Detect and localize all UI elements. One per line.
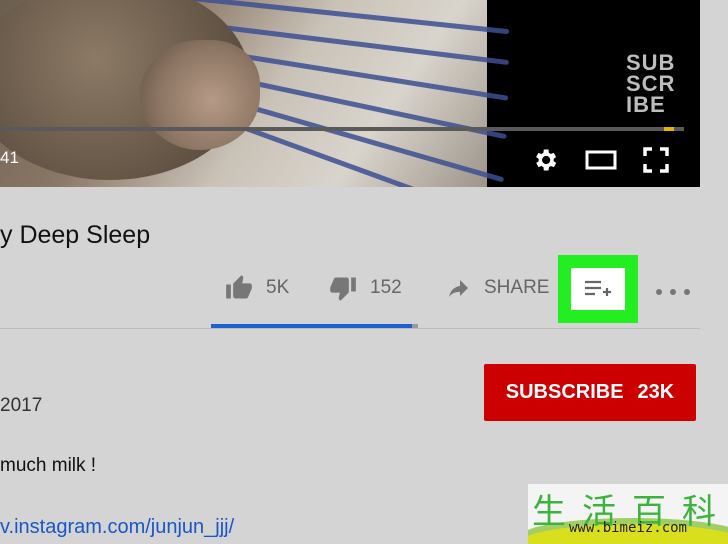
description-text: much milk ! [0,455,97,476]
fullscreen-button[interactable] [640,144,672,176]
share-label: SHARE [484,277,550,298]
watermark-line: SCR [626,71,676,96]
subscribe-button[interactable]: SUBSCRIBE 23K [484,364,696,421]
more-dot-icon [684,289,690,295]
watermark-line: SUB [626,50,676,75]
subscribe-label: SUBSCRIBE [505,381,624,403]
thumbs-up-icon [226,275,252,299]
theater-mode-button[interactable] [585,144,617,176]
subscriber-count: 23K [637,381,675,403]
like-button[interactable]: 5K [224,270,289,306]
instagram-link[interactable]: v.instagram.com/junjun_jjj/ [0,516,234,539]
dislike-count: 152 [370,277,402,298]
share-arrow-icon [449,280,468,297]
published-date: 2017 [0,395,43,416]
more-dot-icon [656,289,662,295]
settings-button[interactable] [529,144,561,176]
fullscreen-icon [643,147,669,173]
progress-bar[interactable] [0,127,684,131]
more-dot-icon [670,289,676,295]
video-player[interactable]: SUB SCR IBE 41 [0,0,700,187]
site-watermark-logo: 生活百科 www.bimeiz.com [528,484,728,544]
watermark-line: IBE [626,92,666,117]
cat-ear-image [140,40,260,150]
share-button[interactable]: SHARE [444,270,549,306]
video-title: y Deep Sleep [0,221,151,249]
divider [0,328,700,329]
gear-icon [536,149,557,171]
logo-url: www.bimeiz.com [568,520,687,536]
time-display: 41 [0,148,19,167]
sentiment-bar-like [211,324,412,328]
thumbs-down-icon [330,277,356,301]
video-frame[interactable] [0,0,510,187]
subscribe-watermark[interactable]: SUB SCR IBE [626,50,676,117]
like-count: 5K [266,277,290,298]
more-actions-button[interactable] [656,280,690,304]
theater-mode-icon [585,150,617,170]
dislike-button[interactable]: 152 [328,270,402,306]
add-to-playlist-button[interactable] [558,255,638,323]
add-to-playlist-button-inner[interactable] [571,268,625,310]
progress-scrubber[interactable] [664,127,674,131]
playlist-add-icon [585,280,611,296]
